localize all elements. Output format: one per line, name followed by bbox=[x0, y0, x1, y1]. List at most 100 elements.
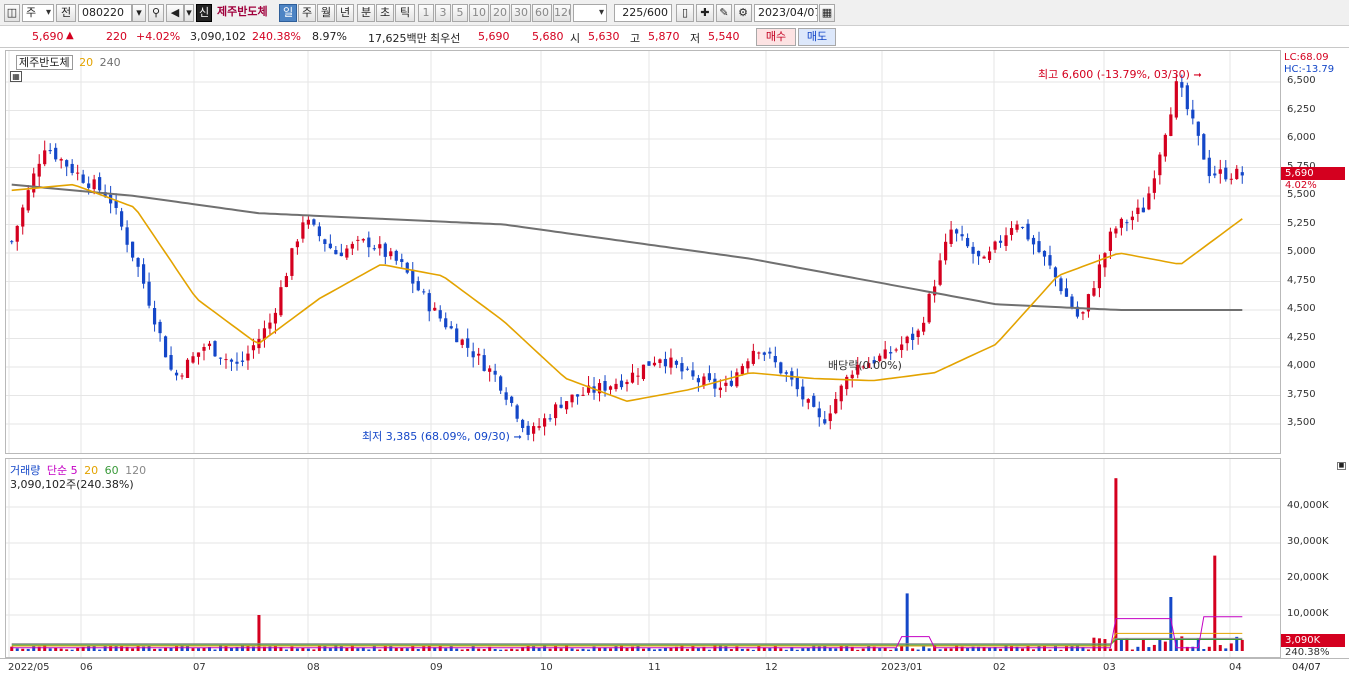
gear-icon[interactable]: ⚙ bbox=[734, 4, 752, 22]
volume-chart-pane[interactable]: 거래량 단순 5 20 60 120 3,090,102주(240.38%) bbox=[5, 458, 1281, 658]
table-toggle-icon[interactable]: ▦ bbox=[10, 71, 22, 82]
candle-body bbox=[1158, 154, 1162, 176]
volume-bar bbox=[449, 646, 453, 651]
volume-bar bbox=[26, 648, 30, 651]
candle-body bbox=[515, 405, 519, 419]
volume-bar bbox=[21, 648, 25, 651]
volume-bar bbox=[306, 648, 310, 651]
candle-body bbox=[834, 398, 838, 414]
volume-tick-label: 10,000K bbox=[1287, 608, 1329, 619]
period-week-tab[interactable]: 주 bbox=[298, 4, 316, 22]
volume-bar bbox=[504, 649, 508, 651]
interval-120-button[interactable]: 120 bbox=[553, 4, 571, 22]
candle-body bbox=[1130, 216, 1134, 221]
best-quote-label: 최우선 bbox=[430, 32, 461, 45]
chart-menu-icon[interactable]: ◫ bbox=[4, 4, 20, 22]
period-year-tab[interactable]: 년 bbox=[336, 4, 354, 22]
candle-body bbox=[433, 307, 437, 311]
period-tick-tab[interactable]: 틱 bbox=[395, 4, 415, 22]
candle-body bbox=[955, 229, 959, 234]
interval-1-button[interactable]: 1 bbox=[418, 4, 434, 22]
volume-tick-label: 40,000K bbox=[1287, 500, 1329, 511]
candle-body bbox=[823, 419, 827, 424]
candle-type-icon[interactable]: ▯ bbox=[676, 4, 694, 22]
candle-body bbox=[630, 372, 635, 383]
volume-tick-label: 30,000K bbox=[1287, 536, 1329, 547]
period-second-tab[interactable]: 초 bbox=[376, 4, 394, 22]
candle-body bbox=[641, 364, 646, 380]
legend-ma240[interactable]: 240 bbox=[100, 56, 121, 69]
interval-5-button[interactable]: 5 bbox=[452, 4, 468, 22]
draw-tool-icon[interactable]: ✎ bbox=[716, 4, 732, 22]
volume-axis: ■ 40,000K 30,000K 20,000K 10,000K 3,090K 24… bbox=[1281, 458, 1349, 658]
candle-body bbox=[92, 179, 96, 190]
legend-ma20[interactable]: 20 bbox=[79, 56, 93, 69]
sound-icon[interactable]: ◀ bbox=[166, 4, 184, 22]
price-chart bbox=[6, 51, 1280, 453]
candle-body bbox=[1037, 241, 1041, 253]
interval-3-button[interactable]: 3 bbox=[435, 4, 451, 22]
candle-body bbox=[647, 361, 651, 366]
volume-bar bbox=[598, 648, 602, 651]
volume-bar bbox=[356, 648, 360, 651]
search-icon[interactable]: ⚲ bbox=[148, 4, 164, 22]
candle-body bbox=[427, 293, 431, 312]
current-volume-pct: 240.38% bbox=[1285, 647, 1330, 658]
candle-body bbox=[900, 344, 904, 351]
current-pct-tag: 4.02% bbox=[1285, 180, 1317, 191]
cross-line-icon[interactable]: ✚ bbox=[696, 4, 714, 22]
interval-custom-select[interactable] bbox=[573, 4, 607, 22]
code-dropdown-icon[interactable]: ▾ bbox=[132, 4, 146, 22]
candle-body bbox=[400, 259, 404, 262]
price-tick-label: 6,500 bbox=[1287, 75, 1316, 86]
candle-body bbox=[1081, 312, 1085, 314]
volume-bar bbox=[444, 648, 448, 651]
candle-body bbox=[1048, 255, 1052, 266]
candle-body bbox=[817, 408, 821, 418]
candle-body bbox=[191, 356, 195, 363]
volume-bar bbox=[652, 649, 656, 651]
candle-body bbox=[1125, 222, 1129, 224]
candle-body bbox=[663, 358, 668, 367]
candle-body bbox=[131, 241, 135, 258]
candle-body bbox=[636, 375, 640, 377]
display-count-input[interactable]: 225/600 bbox=[614, 4, 672, 22]
maximize-icon[interactable]: ■ bbox=[1337, 462, 1346, 470]
volume-bar bbox=[1026, 645, 1030, 651]
candle-body bbox=[1004, 235, 1008, 246]
date-tick-label: 2023/01 bbox=[881, 662, 923, 673]
sell-button[interactable]: 매도 bbox=[798, 28, 836, 46]
candle-body bbox=[1202, 134, 1206, 160]
candle-body bbox=[218, 357, 223, 359]
volume-bar bbox=[312, 649, 316, 651]
buy-button[interactable]: 매수 bbox=[756, 28, 796, 46]
interval-30-button[interactable]: 30 bbox=[511, 4, 531, 22]
period-month-tab[interactable]: 월 bbox=[317, 4, 335, 22]
low-label: 저 bbox=[690, 32, 701, 45]
calendar-icon[interactable]: ▦ bbox=[819, 4, 835, 22]
candle-body bbox=[1152, 178, 1156, 193]
market-type-select[interactable]: 주 bbox=[22, 4, 54, 22]
legend-stock-name[interactable]: 제주반도체 bbox=[16, 55, 73, 70]
volume-bar bbox=[1086, 649, 1090, 651]
candle-body bbox=[911, 333, 915, 340]
date-input[interactable]: 2023/04/07 bbox=[754, 4, 818, 22]
price-chart-pane[interactable]: 제주반도체 20 240 ▦ 최고 6,600 (-13.79%, 03/30)… bbox=[5, 50, 1281, 454]
volume-bar bbox=[1147, 647, 1151, 651]
date-tick-label: 08 bbox=[307, 662, 320, 673]
period-day-tab[interactable]: 일 bbox=[279, 4, 297, 22]
volume-bar bbox=[477, 648, 481, 651]
candle-body bbox=[488, 368, 492, 372]
candle-body bbox=[680, 363, 684, 372]
candle-body bbox=[1114, 228, 1118, 234]
period-minute-tab[interactable]: 분 bbox=[357, 4, 375, 22]
prefix-button[interactable]: 전 bbox=[56, 4, 76, 22]
volume-bar bbox=[609, 648, 613, 651]
candle-body bbox=[54, 147, 58, 160]
interval-20-button[interactable]: 20 bbox=[490, 4, 510, 22]
sound-dropdown-icon[interactable]: ▾ bbox=[184, 4, 194, 22]
interval-10-button[interactable]: 10 bbox=[469, 4, 489, 22]
candle-body bbox=[702, 376, 706, 386]
stock-code-input[interactable]: 080220 bbox=[78, 4, 132, 22]
interval-60-button[interactable]: 60 bbox=[532, 4, 552, 22]
